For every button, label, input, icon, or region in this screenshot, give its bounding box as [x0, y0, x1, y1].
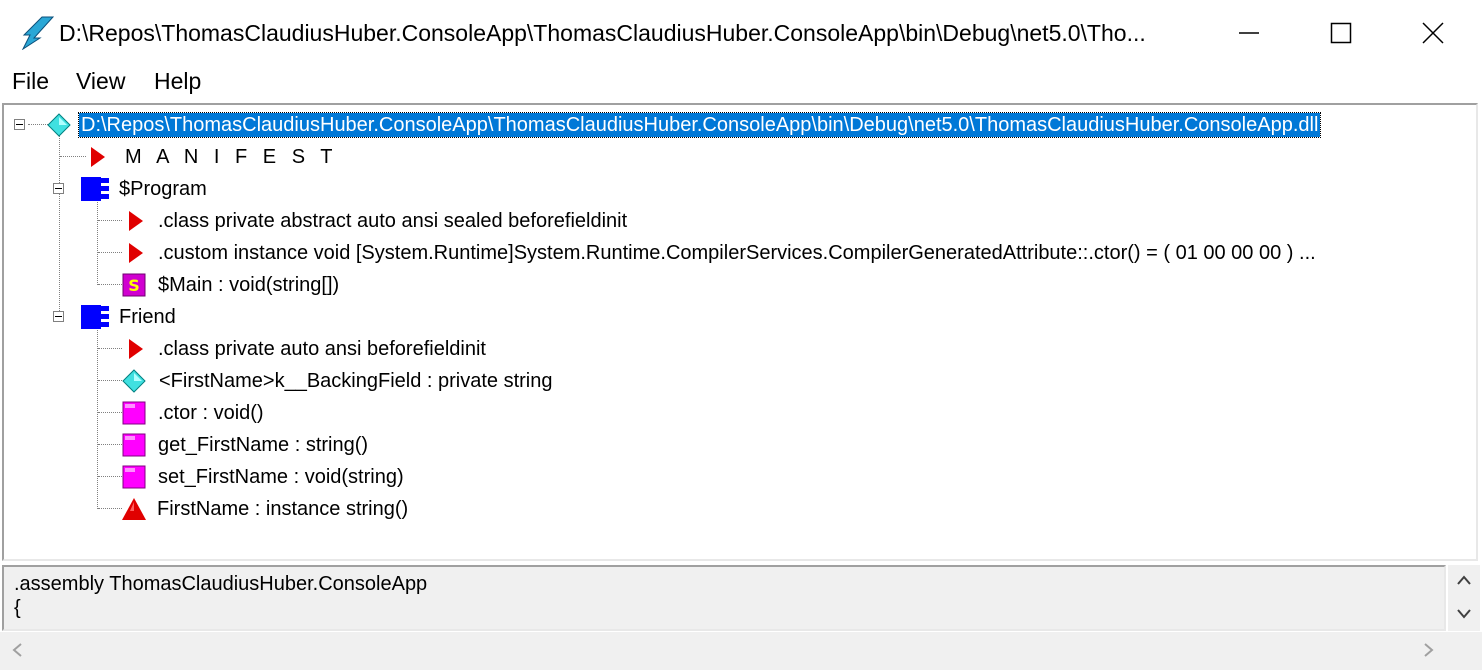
- tree-node-class-declaration[interactable]: .class private abstract auto ansi sealed…: [4, 205, 1474, 237]
- tree-node-label: get_FirstName : string(): [158, 434, 369, 456]
- tree-node-property[interactable]: FirstName : instance string(): [4, 493, 1474, 525]
- method-icon: [122, 433, 146, 457]
- scroll-left-icon[interactable]: [10, 642, 24, 658]
- scroll-down-icon[interactable]: [1456, 607, 1472, 621]
- tree-node-label: $Main : void(string[]): [158, 274, 340, 296]
- tree-node-label: $Program: [119, 178, 207, 200]
- tree-node-label: set_FirstName : void(string): [158, 466, 404, 488]
- tree-node-label: FirstName : instance string(): [157, 498, 409, 520]
- tree-node-label: <FirstName>k__BackingField : private str…: [159, 370, 553, 392]
- close-button[interactable]: [1387, 0, 1479, 66]
- scroll-up-icon[interactable]: [1456, 573, 1472, 587]
- ildasm-lightning-icon: [21, 16, 54, 50]
- menu-bar: File View Help: [0, 62, 1482, 100]
- maximize-icon: [1330, 22, 1352, 44]
- class-icon: [81, 305, 109, 329]
- method-icon: [122, 401, 146, 425]
- tree-node-method[interactable]: get_FirstName : string(): [4, 429, 1474, 461]
- tree-view[interactable]: D:\Repos\ThomasClaudiusHuber.ConsoleApp\…: [2, 103, 1478, 561]
- code-line: .assembly ThomasClaudiusHuber.ConsoleApp: [14, 573, 428, 595]
- menu-help[interactable]: Help: [154, 68, 201, 95]
- scroll-right-icon[interactable]: [1422, 642, 1436, 658]
- tree-node-label: Friend: [119, 306, 176, 328]
- horizontal-scrollbar[interactable]: [0, 632, 1482, 670]
- window-title: D:\Repos\ThomasClaudiusHuber.ConsoleApp\…: [59, 20, 1146, 46]
- tree-node-class-friend[interactable]: Friend: [4, 301, 1474, 333]
- tree-node-manifest[interactable]: M A N I F E S T: [4, 141, 1474, 173]
- minimize-icon: [1239, 32, 1259, 34]
- tree-node-static-method[interactable]: S $Main : void(string[]): [4, 269, 1474, 301]
- tree-node-method[interactable]: .ctor : void(): [4, 397, 1474, 429]
- tree-node-custom-attribute[interactable]: .custom instance void [System.Runtime]Sy…: [4, 237, 1474, 269]
- tree-node-label: .custom instance void [System.Runtime]Sy…: [158, 242, 1316, 264]
- tree-node-label: M A N I F E S T: [125, 146, 338, 168]
- tree-node-class-declaration[interactable]: .class private auto ansi beforefieldinit: [4, 333, 1474, 365]
- close-icon: [1422, 22, 1444, 44]
- menu-view[interactable]: View: [76, 68, 125, 95]
- class-icon: [81, 177, 109, 201]
- red-triangle-icon: [91, 147, 105, 167]
- property-triangle-icon: [122, 498, 146, 520]
- method-icon: [122, 465, 146, 489]
- code-line: {: [14, 597, 21, 619]
- menu-file[interactable]: File: [12, 68, 49, 95]
- title-bar[interactable]: D:\Repos\ThomasClaudiusHuber.ConsoleApp\…: [0, 0, 1482, 66]
- tree-node-label: D:\Repos\ThomasClaudiusHuber.ConsoleApp\…: [77, 112, 1322, 138]
- maximize-button[interactable]: [1295, 0, 1387, 66]
- minimize-button[interactable]: [1203, 0, 1295, 66]
- red-triangle-icon: [129, 243, 143, 263]
- tree-node-label: .class private auto ansi beforefieldinit: [158, 338, 486, 360]
- vertical-scrollbar[interactable]: [1448, 565, 1480, 631]
- il-code-textbox[interactable]: .assembly ThomasClaudiusHuber.ConsoleApp…: [2, 565, 1446, 631]
- tree-node-field[interactable]: <FirstName>k__BackingField : private str…: [4, 365, 1474, 397]
- tree-node-label: .class private abstract auto ansi sealed…: [158, 210, 628, 232]
- assembly-diamond-icon: [47, 113, 71, 137]
- red-triangle-icon: [129, 211, 143, 231]
- red-triangle-icon: [129, 339, 143, 359]
- tree-node-label: .ctor : void(): [158, 402, 264, 424]
- field-diamond-icon: [122, 369, 146, 393]
- tree-node-class-program[interactable]: $Program: [4, 173, 1474, 205]
- tree-node-method[interactable]: set_FirstName : void(string): [4, 461, 1474, 493]
- svg-text:S: S: [128, 276, 140, 295]
- static-method-icon: S: [122, 273, 146, 297]
- tree-node-assembly[interactable]: D:\Repos\ThomasClaudiusHuber.ConsoleApp\…: [4, 109, 1474, 141]
